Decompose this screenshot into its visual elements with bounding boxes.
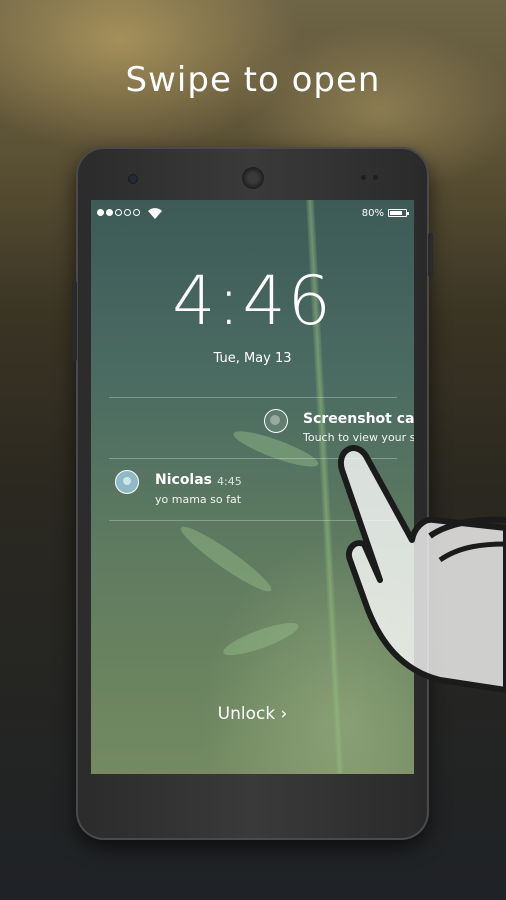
power-button[interactable] bbox=[428, 233, 433, 277]
battery-icon bbox=[388, 209, 409, 217]
signal-strength-icon bbox=[97, 209, 140, 216]
clock: 4:46 bbox=[172, 262, 333, 341]
wallpaper-leaf bbox=[175, 520, 277, 598]
notification-title: Nicolas bbox=[155, 472, 213, 488]
unlock-button[interactable]: Unlock › bbox=[91, 704, 414, 724]
sensor bbox=[373, 175, 378, 180]
notification-time: 4:45 bbox=[217, 475, 242, 488]
date: Tue, May 13 bbox=[213, 351, 292, 366]
notification-title: Screenshot cap bbox=[303, 411, 414, 427]
front-camera-icon bbox=[129, 175, 137, 183]
hand-icon bbox=[337, 445, 506, 693]
contact-avatar bbox=[115, 470, 139, 494]
earpiece-speaker bbox=[242, 167, 264, 189]
headline: Swipe to open bbox=[125, 60, 381, 100]
wifi-icon bbox=[148, 208, 162, 219]
wallpaper-leaf bbox=[220, 616, 302, 662]
status-bar: 80% bbox=[91, 200, 414, 226]
sensor bbox=[361, 175, 366, 180]
screenshot-icon bbox=[264, 409, 288, 433]
battery-percent: 80% bbox=[361, 208, 384, 219]
notification-subtitle: yo mama so fat bbox=[155, 493, 242, 506]
volume-button[interactable] bbox=[72, 281, 77, 361]
